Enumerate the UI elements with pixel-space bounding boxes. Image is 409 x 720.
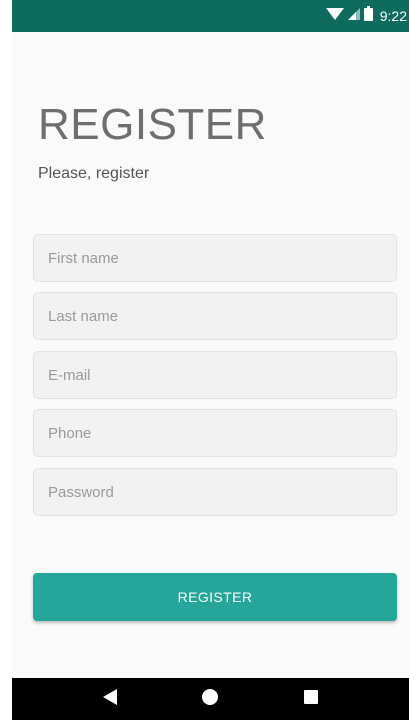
recents-button[interactable] [291,684,331,714]
status-time: 9:22 [379,8,407,24]
page-title: REGISTER [38,100,267,149]
register-button[interactable]: REGISTER [33,573,397,621]
register-screen: REGISTER Please, register REGISTER [12,32,409,678]
battery-icon [363,6,373,26]
wifi-icon [325,7,344,26]
home-icon [202,688,219,710]
back-button[interactable] [90,684,130,714]
phone-input[interactable] [33,409,397,457]
home-button[interactable] [190,684,230,714]
back-icon [103,688,118,710]
status-bar: 9:22 [12,0,409,32]
cell-signal-icon [347,7,360,25]
last-name-input[interactable] [33,292,397,340]
page-subtitle: Please, register [38,165,150,182]
app-frame: 9:22 REGISTER Please, register REGISTER [12,0,409,720]
first-name-input[interactable] [33,234,397,282]
recents-icon [303,689,318,709]
password-input[interactable] [33,468,397,516]
navigation-bar [12,678,409,720]
email-input[interactable] [33,351,397,399]
